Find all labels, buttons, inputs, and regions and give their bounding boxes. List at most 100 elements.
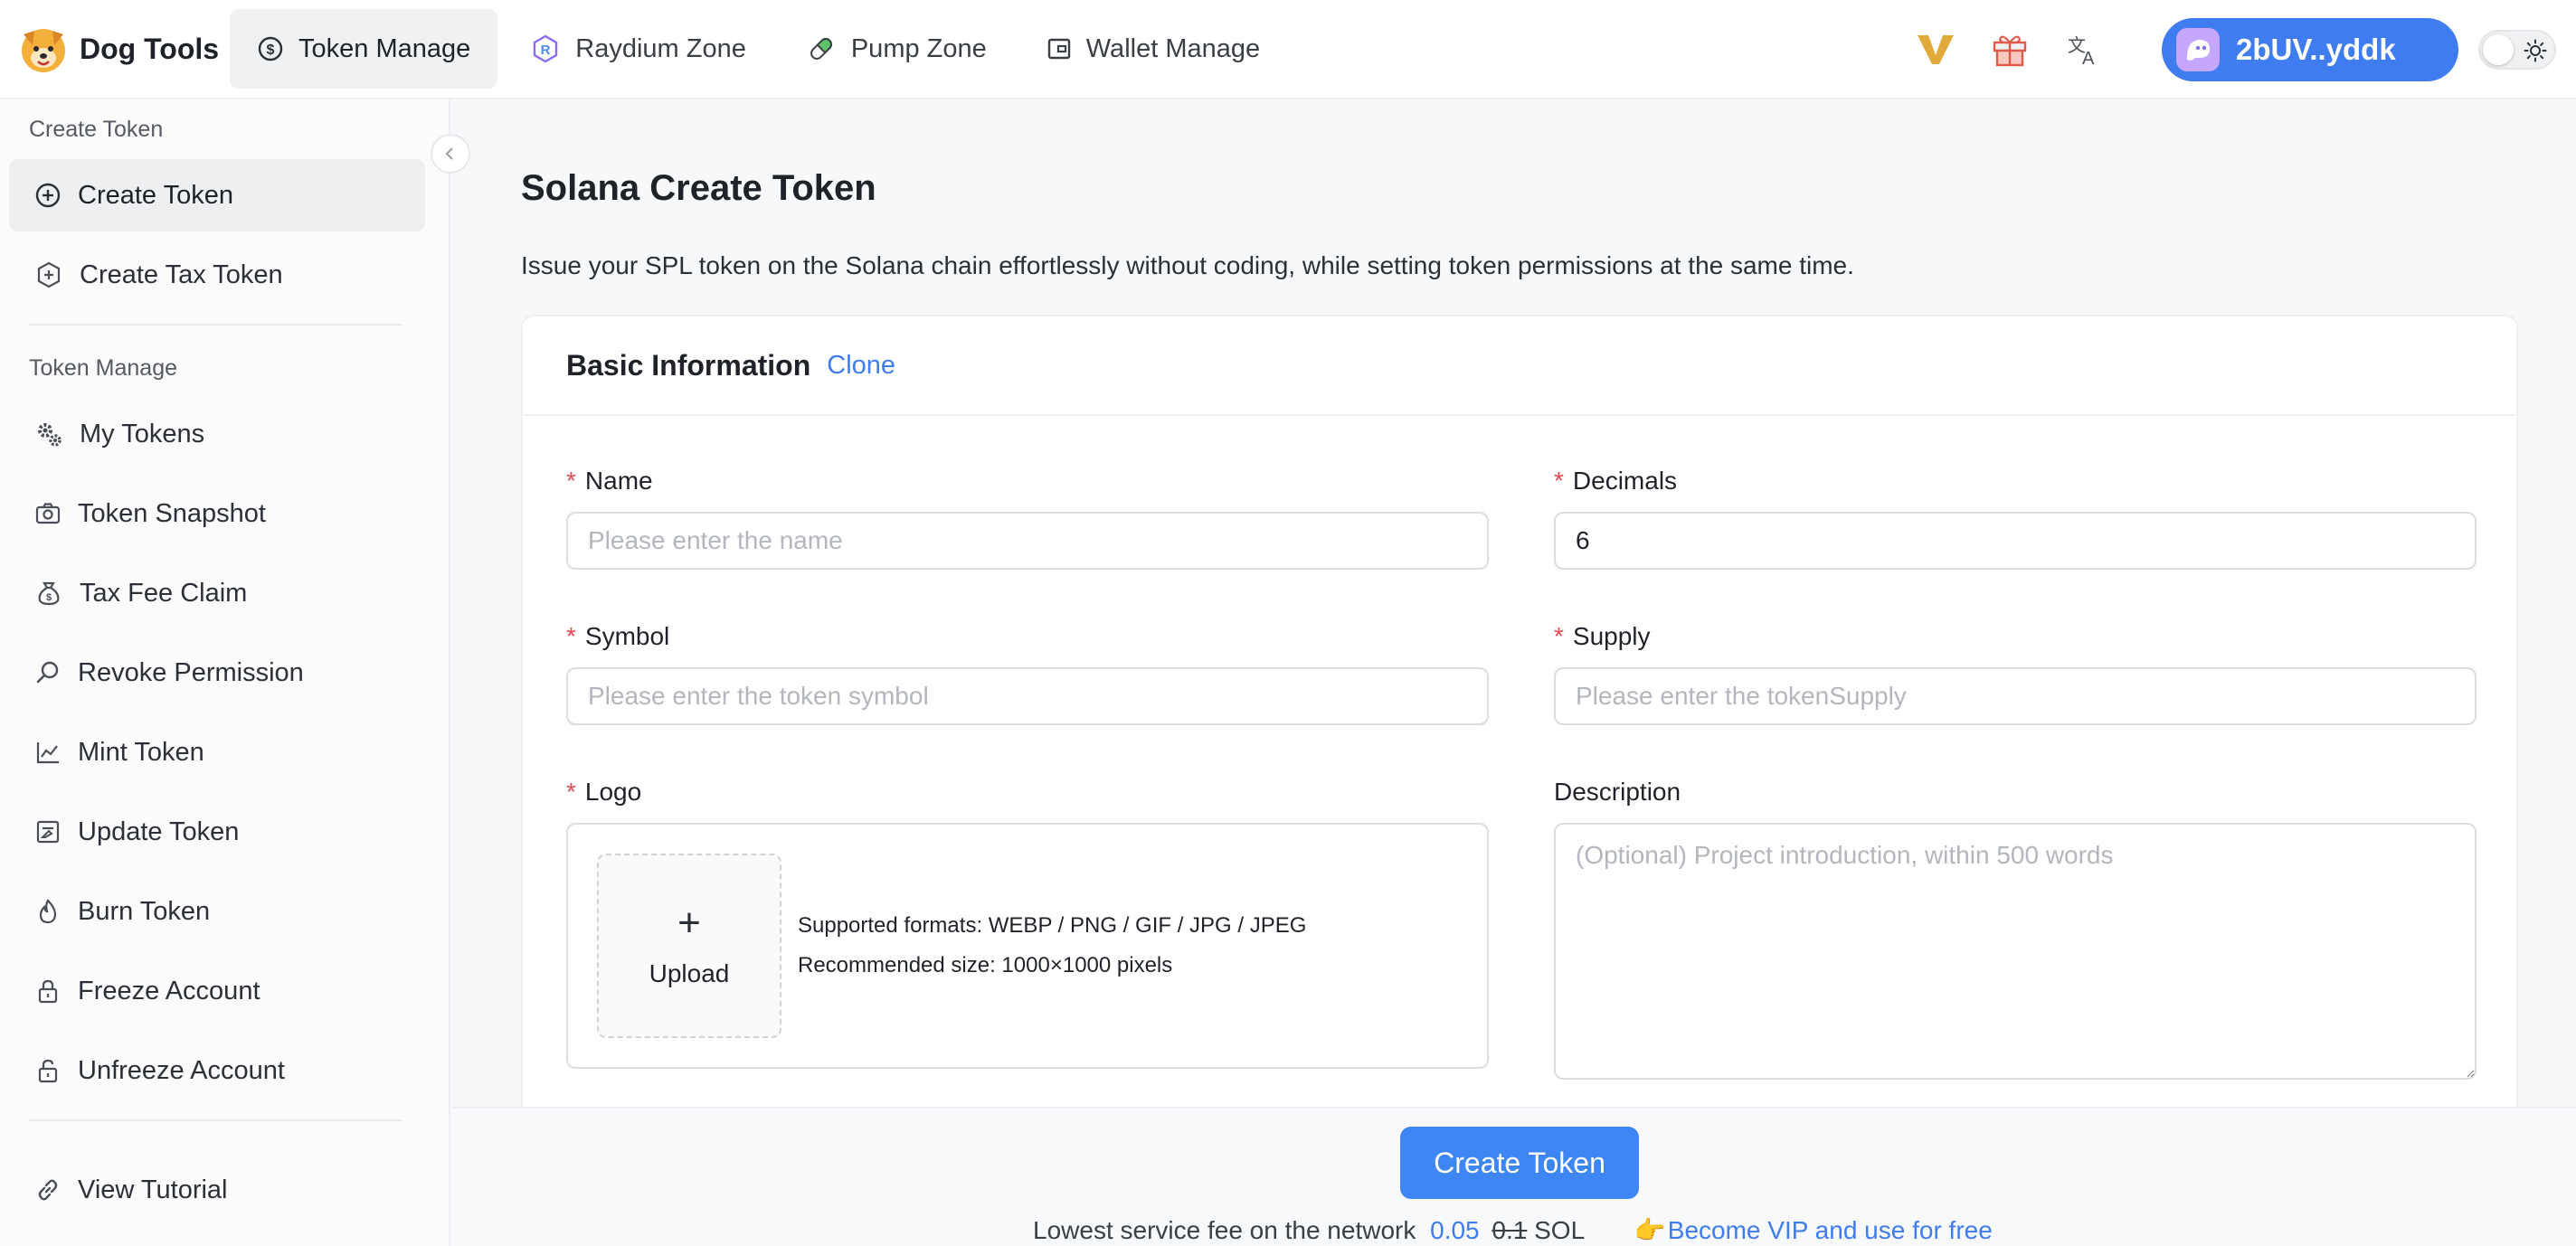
create-token-button[interactable]: Create Token xyxy=(1400,1127,1639,1199)
sidebar-item-my-tokens[interactable]: My Tokens xyxy=(9,398,425,470)
ghost-icon xyxy=(2186,40,2211,61)
fee-price: 0.05 xyxy=(1430,1216,1480,1244)
fee-old-price: 0.1 xyxy=(1492,1216,1528,1244)
sidebar-item-create-token[interactable]: Create Token xyxy=(9,159,425,231)
required-mark: * xyxy=(566,778,576,806)
footer-action-bar: Create Token Lowest service fee on the n… xyxy=(452,1107,2576,1246)
tab-label: Wallet Manage xyxy=(1085,33,1261,63)
sidebar-collapse-button[interactable] xyxy=(431,134,470,174)
become-vip-link[interactable]: 👉Become VIP and use for free xyxy=(1634,1216,1993,1244)
decimals-label: * Decimals xyxy=(1554,467,1677,496)
chevron-left-icon xyxy=(445,147,453,160)
plus-icon: + xyxy=(677,901,701,945)
raydium-icon: R xyxy=(534,34,558,63)
tab-label: Token Manage xyxy=(298,33,471,63)
sidebar-item-token-snapshot[interactable]: Token Snapshot xyxy=(9,477,425,550)
svg-text:$: $ xyxy=(46,592,52,603)
dollar-circle-icon: $ xyxy=(258,36,283,61)
vip-link-text: Become VIP and use for free xyxy=(1667,1216,1993,1244)
sidebar-item-freeze-account[interactable]: Freeze Account xyxy=(9,955,425,1027)
sidebar-item-create-tax-token[interactable]: Create Tax Token xyxy=(9,239,425,311)
sidebar-item-unfreeze-account[interactable]: Unfreeze Account xyxy=(9,1034,425,1107)
page-description: Issue your SPL token on the Solana chain… xyxy=(521,251,1854,279)
tab-token-manage[interactable]: $ Token Manage xyxy=(230,9,498,89)
top-bar: Dog Tools $ Token Manage R Raydium Zone … xyxy=(0,0,2576,99)
vip-button[interactable] xyxy=(1914,28,1957,71)
theme-toggle[interactable] xyxy=(2478,30,2556,70)
fee-unit: SOL xyxy=(1534,1216,1585,1244)
sidebar-item-label: Update Token xyxy=(78,817,240,846)
sun-icon xyxy=(2524,39,2547,62)
sidebar-item-label: Create Token xyxy=(78,180,233,210)
sidebar-item-label: Tax Fee Claim xyxy=(80,578,248,608)
service-fee-line: Lowest service fee on the network 0.05 0… xyxy=(1033,1215,1993,1245)
symbol-input[interactable] xyxy=(566,667,1489,725)
sidebar-group-title: Create Token xyxy=(29,116,164,142)
sidebar-item-revoke-permission[interactable]: Revoke Permission xyxy=(9,637,425,709)
sidebar-item-label: View Tutorial xyxy=(78,1175,228,1204)
svg-text:R: R xyxy=(541,42,551,58)
supply-input[interactable] xyxy=(1554,667,2477,725)
sidebar-item-mint-token[interactable]: Mint Token xyxy=(9,716,425,788)
camera-icon xyxy=(35,503,61,524)
pointing-hand-icon: 👉 xyxy=(1634,1216,1666,1244)
sidebar-item-burn-token[interactable]: Burn Token xyxy=(9,875,425,948)
upload-label: Upload xyxy=(649,959,730,987)
logo-upload-box: + Upload Supported formats: WEBP / PNG /… xyxy=(566,823,1489,1069)
gift-button[interactable] xyxy=(1988,28,2031,71)
description-label: Description xyxy=(1554,778,1681,806)
card-header: Basic Information Clone xyxy=(523,316,2516,416)
sidebar-item-label: Revoke Permission xyxy=(78,657,304,687)
main-content: Solana Create Token Issue your SPL token… xyxy=(452,99,2576,1246)
sidebar-item-label: My Tokens xyxy=(80,419,205,448)
symbol-label: * Symbol xyxy=(566,622,669,651)
tab-raydium-zone[interactable]: R Raydium Zone xyxy=(503,9,773,89)
decimals-input[interactable] xyxy=(1554,512,2477,570)
decimals-label-text: Decimals xyxy=(1572,467,1678,495)
clone-link[interactable]: Clone xyxy=(827,351,895,381)
logo-upload-button[interactable]: + Upload xyxy=(597,854,781,1038)
tab-label: Pump Zone xyxy=(850,33,987,63)
required-mark: * xyxy=(566,467,576,495)
logo-label: * Logo xyxy=(566,778,641,807)
language-button[interactable]: 文 A xyxy=(2062,28,2106,71)
description-textarea[interactable] xyxy=(1554,823,2477,1080)
name-input[interactable] xyxy=(566,512,1489,570)
sidebar: Create Token Create Token Create Tax Tok… xyxy=(0,99,450,1246)
search-icon xyxy=(36,661,59,684)
sidebar-item-label: Create Tax Token xyxy=(80,260,283,289)
edit-box-icon xyxy=(36,820,60,844)
translate-icon: 文 A xyxy=(2068,34,2095,68)
required-mark: * xyxy=(1554,467,1564,495)
sidebar-item-tax-fee-claim[interactable]: $ Tax Fee Claim xyxy=(9,557,425,629)
money-bag-icon: $ xyxy=(38,581,60,606)
sidebar-item-label: Freeze Account xyxy=(78,976,260,1005)
supply-label-text: Supply xyxy=(1572,622,1651,650)
footer-faded-link xyxy=(566,1137,573,1166)
sidebar-divider xyxy=(29,1119,402,1121)
sidebar-divider xyxy=(29,324,402,326)
gift-icon xyxy=(1993,35,2027,67)
gears-icon xyxy=(38,423,62,447)
sidebar-item-update-token[interactable]: Update Token xyxy=(9,796,425,868)
lock-icon xyxy=(38,979,58,1004)
dog-logo-icon xyxy=(22,29,65,72)
wallet-avatar xyxy=(2176,28,2220,71)
name-label-text: Name xyxy=(584,467,653,495)
logo-label-text: Logo xyxy=(584,778,642,806)
wallet-icon xyxy=(1047,38,1070,60)
tab-wallet-manage[interactable]: Wallet Manage xyxy=(1019,9,1287,89)
topbar-actions: 文 A 2bUV..yddk xyxy=(1914,0,2576,99)
brand-name: Dog Tools xyxy=(80,32,220,65)
sidebar-item-label: Unfreeze Account xyxy=(78,1055,285,1085)
wallet-button[interactable]: 2bUV..yddk xyxy=(2162,18,2458,81)
required-mark: * xyxy=(566,622,576,650)
svg-text:$: $ xyxy=(267,42,275,58)
sidebar-item-view-tutorial[interactable]: View Tutorial xyxy=(9,1154,425,1226)
sidebar-item-label: Burn Token xyxy=(78,896,211,926)
sidebar-item-label: Mint Token xyxy=(78,737,204,767)
brand[interactable]: Dog Tools xyxy=(16,22,230,76)
theme-toggle-knob xyxy=(2483,34,2514,65)
supply-label: * Supply xyxy=(1554,622,1651,651)
tab-pump-zone[interactable]: Pump Zone xyxy=(779,9,1014,89)
